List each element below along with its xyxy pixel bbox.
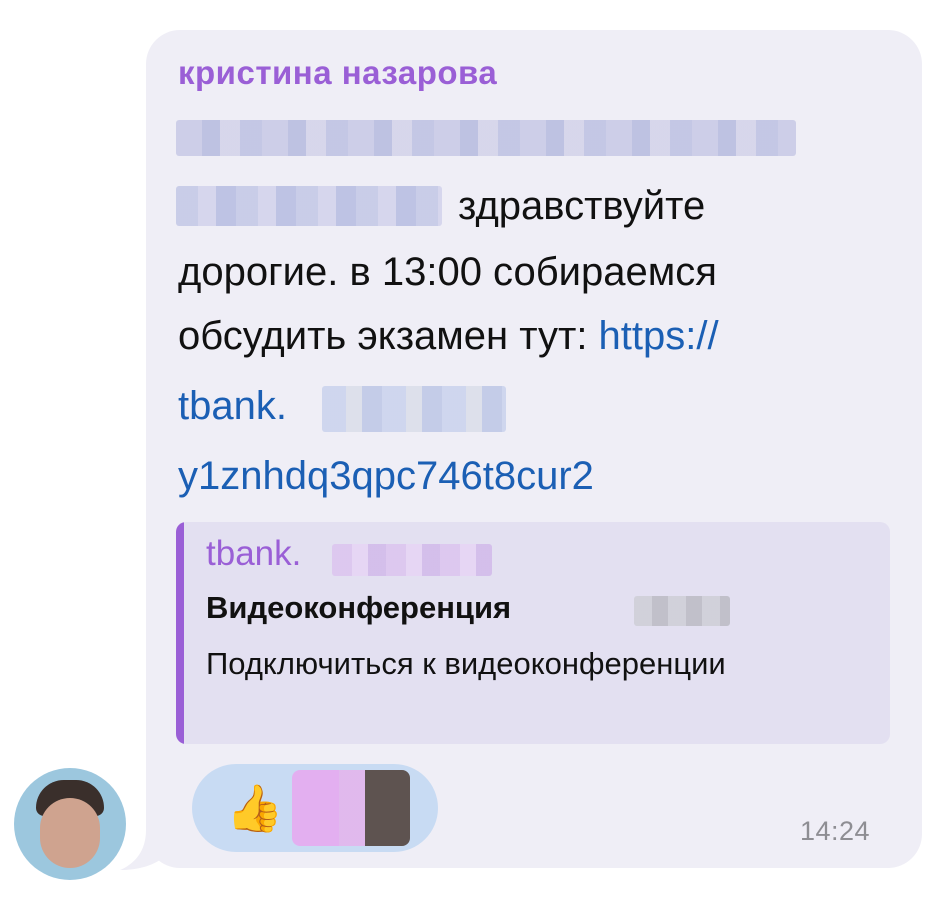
preview-accent-bar [176,522,184,744]
preview-description: Подключиться к видеоконференции [206,646,726,681]
message-link[interactable]: y1znhdq3qpc746t8cur2 [178,454,594,499]
message-text-line: здравствуйте [458,184,706,228]
link-preview-card[interactable]: tbank. Видеоконференция Подключиться к в… [176,522,890,744]
message-text-line: дорогие. в 13:00 собираемся [178,250,717,294]
redacted-text-block [176,120,796,156]
redacted-title-part [634,596,730,626]
preview-site-name: tbank. [206,534,302,573]
message-link[interactable]: tbank. [178,384,287,429]
sender-name[interactable]: кристина назарова [178,54,497,92]
reaction-pill[interactable]: 👍 [192,764,438,852]
message-text-segment: обсудить экзамен тут: [178,314,599,358]
message-link[interactable]: https:// [599,314,719,358]
avatar-face [40,798,100,868]
sender-avatar[interactable] [14,768,126,880]
reactor-avatar [292,770,410,846]
message-timestamp: 14:24 [800,816,871,846]
chat-stage: кристина назарова здравствуйте дорогие. … [0,0,944,916]
message-text-line: обсудить экзамен тут: https:// [178,314,719,359]
preview-title: Видеоконференция [206,590,512,625]
thumbs-up-icon: 👍 [226,782,284,834]
redacted-link-part [322,386,506,432]
redacted-text-block [176,186,442,226]
redacted-site-part [332,544,492,576]
